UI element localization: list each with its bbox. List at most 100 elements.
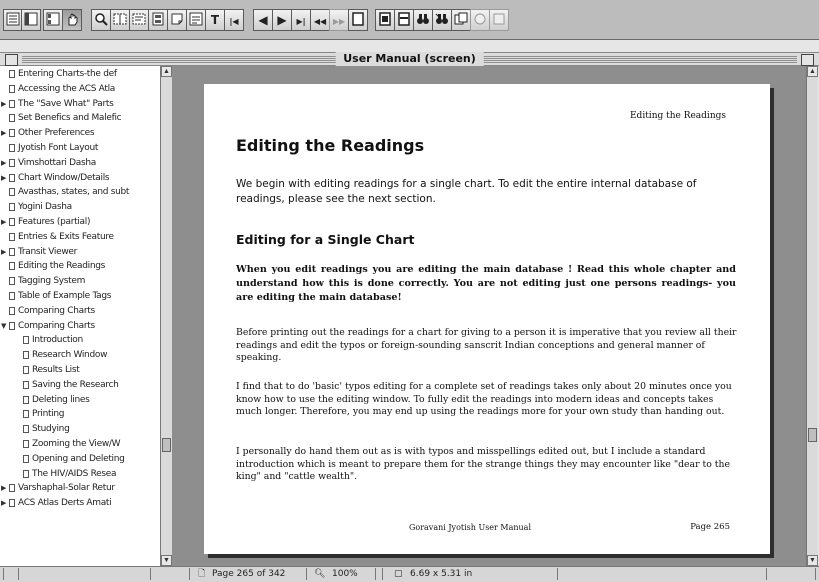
document-scroll-thumb[interactable] [808,428,817,442]
disclosure-closed-icon[interactable]: ▶ [1,172,6,184]
binoculars-icon [414,12,432,26]
info-button[interactable] [489,9,509,31]
outline-item-label: Introduction [32,335,83,346]
page-icon: 🗋 [198,569,206,579]
close-box[interactable] [5,54,18,66]
outline-item-label: Other Preferences [18,128,95,139]
document-scrollbar[interactable]: ▲ ▼ [806,66,818,566]
note-button[interactable] [167,9,187,31]
document-view[interactable]: Editing the Readings Editing the Reading… [172,66,806,566]
actual-size-button[interactable] [348,9,368,31]
bookmark-page-icon [9,499,15,508]
prev-page-glyph: ◀ [258,13,268,27]
toolbar: T |◀ ◀ ▶ ▶| ◀◀ ▶▶ [0,0,819,40]
bookmark-page-icon [9,292,15,300]
text-tool-glyph: T [210,13,220,27]
bookmark-page-icon [9,484,15,493]
hand-tool-button[interactable] [62,9,82,31]
search-button[interactable] [432,9,452,31]
bookmark-page-icon [9,232,15,241]
outline-item-label: ACS Atlas Derts Amati [18,498,112,509]
window-title-bar[interactable]: User Manual (screen) [0,52,819,66]
prev-page-button[interactable]: ◀ [253,9,273,31]
select-column-button[interactable] [110,9,130,31]
outline-item-label: The HIV/AIDS Resea [32,468,117,479]
copy-button[interactable] [451,9,471,31]
body-paragraph-3: I personally do hand them out as is with… [236,446,731,482]
bookmark-page-icon [9,262,15,271]
body-paragraph-1: Before printing out the readings for a c… [236,327,737,363]
outline-item-label: Vimshottari Dasha [18,157,97,168]
first-page-glyph: |◀ [229,17,239,26]
outline-item-label: Transit Viewer [18,246,78,257]
outline-item-label: Saving the Research [32,379,119,390]
bookmark-page-icon [9,277,15,286]
bookmark-page-icon [9,114,15,123]
fit-page-button[interactable] [375,9,395,31]
outline-item-label: Opening and Deleting [32,453,125,464]
doc-scroll-up-arrow[interactable]: ▲ [807,66,818,77]
search-icon [433,12,451,26]
disclosure-closed-icon[interactable]: ▶ [1,127,6,139]
next-page-glyph: ▶ [277,13,287,27]
outline-item-label: Results List [32,365,80,375]
last-page-glyph: ▶| [296,17,306,26]
split-panel-button[interactable] [21,9,41,31]
next-page-button[interactable]: ▶ [272,9,292,31]
resize-left-box[interactable] [3,568,19,580]
select-text-button[interactable] [129,9,149,31]
scroll-down-arrow[interactable]: ▼ [161,555,172,566]
outline-item-label: Tagging System [18,276,86,287]
info-icon [490,12,508,26]
page-heading: Editing the Readings [236,136,425,155]
zoom-box[interactable] [801,54,814,66]
zoom-level[interactable]: 100% [332,568,358,580]
bookmark-page-icon [23,410,29,419]
page-indicator[interactable]: Page 265 of 342 [212,568,285,580]
disclosure-closed-icon[interactable]: ▶ [1,157,6,169]
disclosure-closed-icon[interactable]: ▶ [1,216,6,228]
last-page-button[interactable]: ▶| [291,9,311,31]
outline-item-label: Features (partial) [18,217,91,227]
go-back-button[interactable]: ◀◀ [310,9,330,31]
disclosure-closed-icon[interactable]: ▶ [1,497,6,509]
form-button[interactable] [148,9,168,31]
bookmark-page-icon [9,173,15,182]
outline-item-label: Jyotish Font Layout [18,143,99,153]
text-tool-button[interactable]: T [205,9,225,31]
disclosure-closed-icon[interactable]: ▶ [1,482,6,494]
bookmark-page-icon [23,366,29,374]
outline-scrollbar[interactable]: ▲ ▼ [160,66,172,566]
first-page-button[interactable]: |◀ [224,9,244,31]
disclosure-closed-icon[interactable]: ▶ [1,246,6,258]
fit-width-button[interactable] [394,9,414,31]
scroll-left-area[interactable] [150,568,190,580]
outline-item-label: Comparing Charts [18,305,95,316]
go-forward-button[interactable]: ▶▶ [329,9,349,31]
scroll-right-area[interactable] [766,568,816,580]
disclosure-closed-icon[interactable]: ▶ [1,98,6,110]
find-button[interactable] [413,9,433,31]
outline-item-label: Yogini Dasha [18,202,72,213]
toc-panel-button[interactable] [3,9,23,31]
bookmark-page-icon [9,188,15,197]
bookmark-outline: Entering Charts-the def Accessing the ACS… [0,66,160,566]
bookmark-page-icon [23,440,29,448]
image-select-button[interactable] [186,9,206,31]
zoom-tool-button[interactable] [91,9,111,31]
hand-icon [63,12,81,26]
thumbnails-button[interactable] [43,9,63,31]
doc-scroll-down-arrow[interactable]: ▼ [807,555,818,566]
link-button[interactable] [470,9,490,31]
pdf-page: Editing the Readings Editing the Reading… [204,84,770,554]
bookmark-page-icon [23,336,29,345]
bookmark-page-icon [23,454,29,463]
outline-item-label: Editing the Readings [18,261,106,272]
disclosure-open-icon[interactable]: ▼ [1,320,6,332]
outline-scroll-thumb[interactable] [162,438,171,452]
intro-paragraph: We begin with editing readings for a sin… [236,178,697,205]
panels-icon [22,12,40,26]
running-head: Editing the Readings [629,111,726,121]
scroll-up-arrow[interactable]: ▲ [161,66,172,77]
form-icon [149,12,167,26]
